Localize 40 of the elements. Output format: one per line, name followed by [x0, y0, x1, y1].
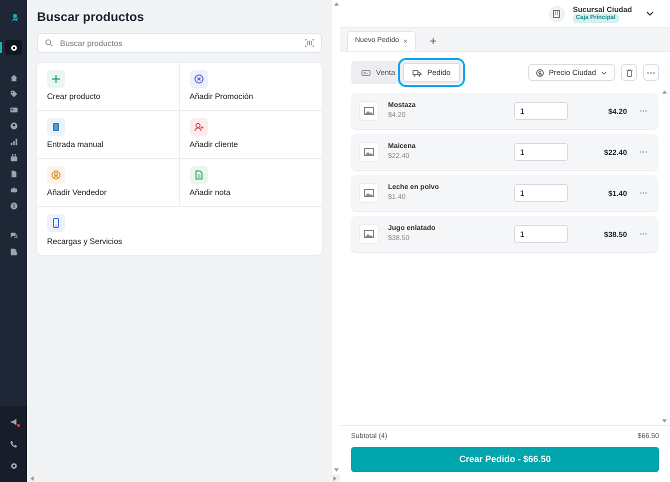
new-tab-button[interactable]: +: [430, 31, 437, 51]
quantity-field[interactable]: 1: [514, 102, 568, 120]
close-icon[interactable]: ×: [402, 36, 408, 48]
delete-button[interactable]: [621, 64, 637, 82]
scroll-up-icon[interactable]: [334, 2, 338, 6]
megaphone-icon[interactable]: [10, 418, 18, 426]
action-tile[interactable]: Añadir Promoción: [180, 63, 322, 111]
scroll-right-icon[interactable]: [333, 476, 337, 480]
search-field[interactable]: Buscar productos: [37, 33, 322, 53]
more-icon: [647, 72, 655, 74]
settings-icon[interactable]: [5, 40, 22, 55]
barcode-scan-icon[interactable]: [305, 39, 314, 47]
image-placeholder-icon: [359, 183, 379, 204]
quantity-field[interactable]: 1: [514, 143, 568, 162]
chevron-down-icon[interactable]: [646, 11, 654, 16]
image-placeholder-icon: [359, 224, 379, 244]
quantity-field[interactable]: 1: [514, 225, 568, 244]
scroll-down-icon[interactable]: [334, 468, 338, 472]
quantity-field[interactable]: 1: [514, 184, 568, 202]
trash-icon: [626, 68, 632, 77]
search-icon: [45, 39, 53, 47]
receipt-icon: [361, 68, 371, 77]
action-tile[interactable]: Crear producto: [37, 63, 180, 111]
action-tile[interactable]: Entrada manual: [37, 111, 180, 159]
chevron-down-icon: [601, 70, 607, 75]
scroll-left-icon[interactable]: [30, 476, 34, 480]
panel-title: Buscar productos: [37, 10, 145, 25]
action-tile[interactable]: Añadir cliente: [180, 111, 322, 159]
building-icon: [548, 6, 565, 22]
image-placeholder-icon: [359, 101, 379, 122]
settings-icon[interactable]: [10, 462, 18, 470]
image-placeholder-icon: [359, 142, 379, 162]
truck-icon: [412, 68, 422, 77]
dollar-icon: [536, 68, 544, 77]
action-tile[interactable]: Recargas y Servicios: [37, 207, 180, 255]
scroll-up-icon[interactable]: [662, 90, 666, 94]
phone-icon[interactable]: [10, 440, 18, 448]
action-tile[interactable]: Añadir Vendedor: [37, 159, 180, 207]
scroll-down-icon[interactable]: [662, 418, 666, 422]
action-tile[interactable]: Añadir nota: [180, 159, 322, 207]
